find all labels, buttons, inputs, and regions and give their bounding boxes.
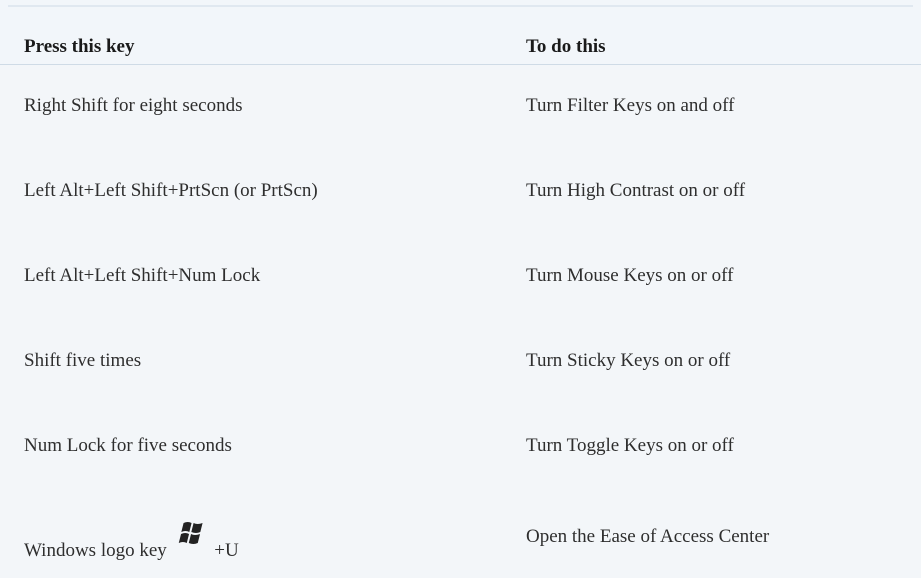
action-cell: Open the Ease of Access Center — [526, 526, 770, 547]
key-cell: Windows logo key +U — [24, 522, 239, 562]
key-cell: Right Shift for eight seconds — [24, 95, 243, 116]
table-row: Shift five times Turn Sticky Keys on or … — [0, 320, 921, 406]
key-cell: Num Lock for five seconds — [24, 435, 232, 456]
key-prefix: Windows logo key — [24, 540, 167, 561]
action-cell: Turn Sticky Keys on or off — [526, 350, 731, 371]
action-cell: Turn Mouse Keys on or off — [526, 265, 734, 286]
header-action: To do this — [526, 36, 606, 57]
key-cell: Shift five times — [24, 350, 142, 371]
table-header: Press this key To do this — [0, 0, 921, 65]
key-cell: Left Alt+Left Shift+Num Lock — [24, 265, 261, 286]
table-row: Windows logo key +U Open the Ease of Acc… — [0, 490, 921, 578]
top-divider — [8, 5, 913, 7]
table-row: Num Lock for five seconds Turn Toggle Ke… — [0, 405, 921, 491]
shortcut-table: Press this key To do this Right Shift fo… — [0, 0, 921, 578]
action-cell: Turn High Contrast on or off — [526, 180, 746, 201]
table-row: Right Shift for eight seconds Turn Filte… — [0, 65, 921, 151]
table-row: Left Alt+Left Shift+Num Lock Turn Mouse … — [0, 235, 921, 321]
table-row: Left Alt+Left Shift+PrtScn (or PrtScn) T… — [0, 150, 921, 236]
action-cell: Turn Filter Keys on and off — [526, 95, 735, 116]
key-suffix: +U — [214, 540, 239, 561]
key-cell: Left Alt+Left Shift+PrtScn (or PrtScn) — [24, 180, 318, 201]
header-key: Press this key — [24, 36, 135, 57]
windows-logo-icon — [178, 520, 208, 552]
action-cell: Turn Toggle Keys on or off — [526, 435, 734, 456]
